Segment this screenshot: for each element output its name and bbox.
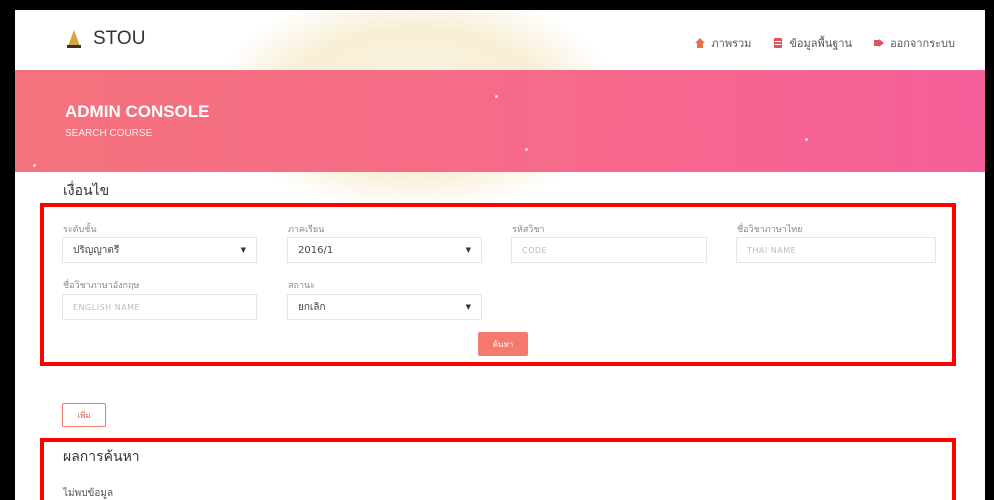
status-label: สถานะ [288,281,315,291]
chevron-down-icon: ▼ [240,246,246,254]
search-button[interactable]: ค้นหา [478,332,528,356]
english-name-label: ชื่อวิชาภาษาอังกฤษ [63,281,140,291]
decor-dot [805,138,808,141]
nav-logout-label: ออกจากระบบ [890,37,955,50]
hero-banner: ADMIN CONSOLE SEARCH COURSE [15,70,985,172]
stou-logo-icon [67,30,81,48]
chevron-down-icon: ▼ [465,303,471,311]
results-title: ผลการค้นหา [63,449,140,465]
conditions-title: เงื่อนไข [63,183,110,199]
term-value: 2016/1 [298,244,334,256]
level-select[interactable]: ปริญญาตรี ▼ [62,237,257,263]
code-label: รหัสวิชา [512,225,545,235]
home-icon [695,38,706,48]
status-select[interactable]: ยกเลิก ▼ [287,294,482,320]
decor-dot [525,148,528,151]
nav-logout[interactable]: ออกจากระบบ [874,34,955,52]
results-highlight-box [40,438,956,500]
add-button[interactable]: เพิ่ม [62,403,106,427]
logout-icon [874,39,885,47]
english-name-input[interactable]: ENGLISH NAME [62,294,257,320]
nav-master-data[interactable]: ข้อมูลพื้นฐาน [773,34,852,52]
nav-overview-label: ภาพรวม [711,37,752,50]
nav-master-data-label: ข้อมูลพื้นฐาน [789,37,853,50]
code-input[interactable]: CODE [511,237,707,263]
nav-links: ภาพรวม ข้อมูลพื้นฐาน ออกจากระบบ [695,34,955,52]
thai-name-label: ชื่อวิชาภาษาไทย [737,225,803,235]
level-value: ปริญญาตรี [73,244,120,256]
top-navbar: STOU ภาพรวม ข้อมูลพื้นฐาน ออกจากระบบ [15,10,985,70]
decor-dot [33,164,36,167]
page-subtitle: SEARCH COURSE [65,128,153,139]
page-title: ADMIN CONSOLE [65,102,210,121]
term-select[interactable]: 2016/1 ▼ [287,237,482,263]
brand-name: STOU [93,28,146,49]
term-label: ภาคเรียน [288,225,325,235]
brand[interactable]: STOU [65,28,145,50]
empty-results-text: ไม่พบข้อมูล [63,488,114,499]
nav-overview[interactable]: ภาพรวม [695,34,751,52]
database-icon [774,38,783,48]
decor-dot [495,95,498,98]
thai-name-input[interactable]: THAI NAME [736,237,936,263]
chevron-down-icon: ▼ [465,246,471,254]
page-frame: STOU ภาพรวม ข้อมูลพื้นฐาน ออกจากระบบ ADM… [15,10,985,500]
status-value: ยกเลิก [298,301,326,313]
level-label: ระดับชั้น [63,225,97,235]
